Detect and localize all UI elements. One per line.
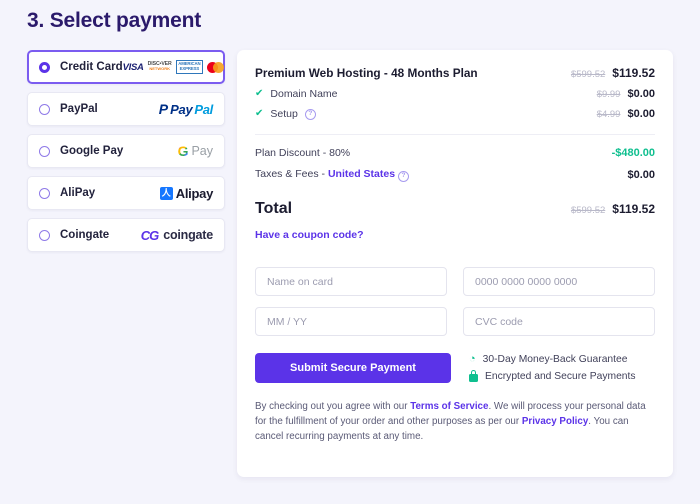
- mastercard-icon: [207, 61, 225, 73]
- legal-part1: By checking out you agree with our: [255, 401, 411, 412]
- discount-row: Plan Discount - 80% -$480.00: [255, 147, 655, 159]
- feature-old-price: $9.99: [596, 89, 621, 100]
- check-icon: ✔: [255, 108, 264, 119]
- feature-old-price: $4.99: [596, 109, 621, 120]
- payment-method-label: PayPal: [60, 103, 98, 115]
- payment-method-label: AliPay: [60, 187, 96, 199]
- trust-badges: ◔ 30-Day Money-Back Guarantee Encrypted …: [469, 354, 636, 382]
- submit-secure-payment-button[interactable]: Submit Secure Payment: [255, 353, 451, 383]
- discover-icon: DISC•VER NETWORK: [147, 60, 172, 71]
- encrypted-label: Encrypted and Secure Payments: [485, 371, 636, 382]
- google-pay-logo: G Pay: [177, 143, 213, 159]
- payment-method-label: Credit Card: [60, 61, 123, 73]
- coingate-logo: CG coingate: [140, 227, 214, 243]
- page-title: 3. Select payment: [27, 9, 202, 32]
- google-g-icon: G: [177, 143, 189, 159]
- plan-title: Premium Web Hosting - 48 Months Plan: [255, 66, 478, 80]
- order-summary-panel: Premium Web Hosting - 48 Months Plan $59…: [237, 50, 673, 477]
- plan-old-price: $599.52: [570, 69, 606, 80]
- total-row: Total $599.52 $119.52: [255, 200, 655, 218]
- taxes-label: Taxes & Fees - United States ?: [255, 168, 409, 182]
- card-form: [255, 267, 655, 336]
- payment-method-paypal[interactable]: PayPal P Pay Pal: [27, 92, 225, 126]
- discount-value: -$480.00: [611, 147, 655, 159]
- plan-row: Premium Web Hosting - 48 Months Plan $59…: [255, 66, 655, 80]
- feature-label: Setup: [270, 108, 298, 120]
- discount-label: Plan Discount - 80%: [255, 147, 351, 159]
- radio-credit-card[interactable]: [39, 61, 50, 73]
- check-icon: ✔: [255, 88, 264, 99]
- card-number-input[interactable]: [463, 267, 655, 296]
- clock-icon: ◔: [469, 353, 476, 365]
- divider: [255, 134, 655, 135]
- alipay-mark-icon: 人: [159, 186, 173, 200]
- help-tooltip-icon[interactable]: ?: [397, 171, 409, 182]
- expiry-date-input[interactable]: [255, 307, 447, 336]
- terms-of-service-link[interactable]: Terms of Service: [410, 401, 488, 412]
- legal-disclaimer: By checking out you agree with our Terms…: [255, 399, 655, 445]
- radio-coingate[interactable]: [39, 229, 50, 241]
- payment-method-google-pay[interactable]: Google Pay G Pay: [27, 134, 225, 168]
- visa-icon: VISA: [122, 61, 144, 73]
- coingate-mark-icon: CG: [140, 227, 159, 243]
- amex-icon: AMERICAN EXPRESS: [175, 60, 204, 74]
- taxes-value: $0.00: [627, 169, 655, 181]
- total-price: $599.52 $119.52: [571, 202, 655, 216]
- radio-paypal[interactable]: [39, 103, 50, 115]
- help-tooltip-icon[interactable]: ?: [304, 108, 316, 120]
- cvc-code-input[interactable]: [463, 307, 655, 336]
- payment-method-coingate[interactable]: Coingate CG coingate: [27, 218, 225, 252]
- payment-method-label: Coingate: [60, 229, 110, 241]
- alipay-logo: 人 Alipay: [159, 185, 213, 201]
- money-back-label: 30-Day Money-Back Guarantee: [482, 354, 628, 365]
- total-new-price: $119.52: [612, 202, 655, 216]
- taxes-country-link[interactable]: United States: [328, 168, 395, 180]
- feature-row: ✔ Domain Name $9.99 $0.00: [255, 88, 655, 100]
- paypal-p-icon: P: [158, 101, 169, 117]
- feature-label: Domain Name: [270, 88, 338, 100]
- plan-new-price: $119.52: [612, 66, 655, 80]
- payment-method-label: Google Pay: [60, 145, 124, 157]
- feature-new-price: $0.00: [627, 108, 655, 120]
- credit-cards-logos: VISA DISC•VER NETWORK AMERICAN EXPRESS: [122, 60, 225, 74]
- lock-icon: [469, 369, 478, 382]
- submit-area: Submit Secure Payment ◔ 30-Day Money-Bac…: [255, 353, 655, 383]
- total-old-price: $599.52: [570, 205, 606, 216]
- payment-method-alipay[interactable]: AliPay 人 Alipay: [27, 176, 225, 210]
- payment-method-list: Credit Card VISA DISC•VER NETWORK AMERIC…: [27, 50, 225, 260]
- privacy-policy-link[interactable]: Privacy Policy: [522, 416, 588, 427]
- encrypted-badge: Encrypted and Secure Payments: [469, 369, 636, 382]
- plan-price: $599.52 $119.52: [571, 66, 655, 80]
- feature-row: ✔ Setup ? $4.99 $0.00: [255, 108, 655, 120]
- name-on-card-input[interactable]: [255, 267, 447, 296]
- paypal-logo: P Pay Pal: [158, 101, 213, 117]
- radio-alipay[interactable]: [39, 187, 50, 199]
- taxes-row: Taxes & Fees - United States ? $0.00: [255, 168, 655, 182]
- money-back-badge: ◔ 30-Day Money-Back Guarantee: [469, 353, 636, 366]
- feature-new-price: $0.00: [627, 88, 655, 100]
- payment-method-credit-card[interactable]: Credit Card VISA DISC•VER NETWORK AMERIC…: [27, 50, 225, 84]
- total-label: Total: [255, 200, 293, 217]
- radio-google-pay[interactable]: [39, 145, 50, 157]
- coupon-code-link[interactable]: Have a coupon code?: [255, 229, 655, 241]
